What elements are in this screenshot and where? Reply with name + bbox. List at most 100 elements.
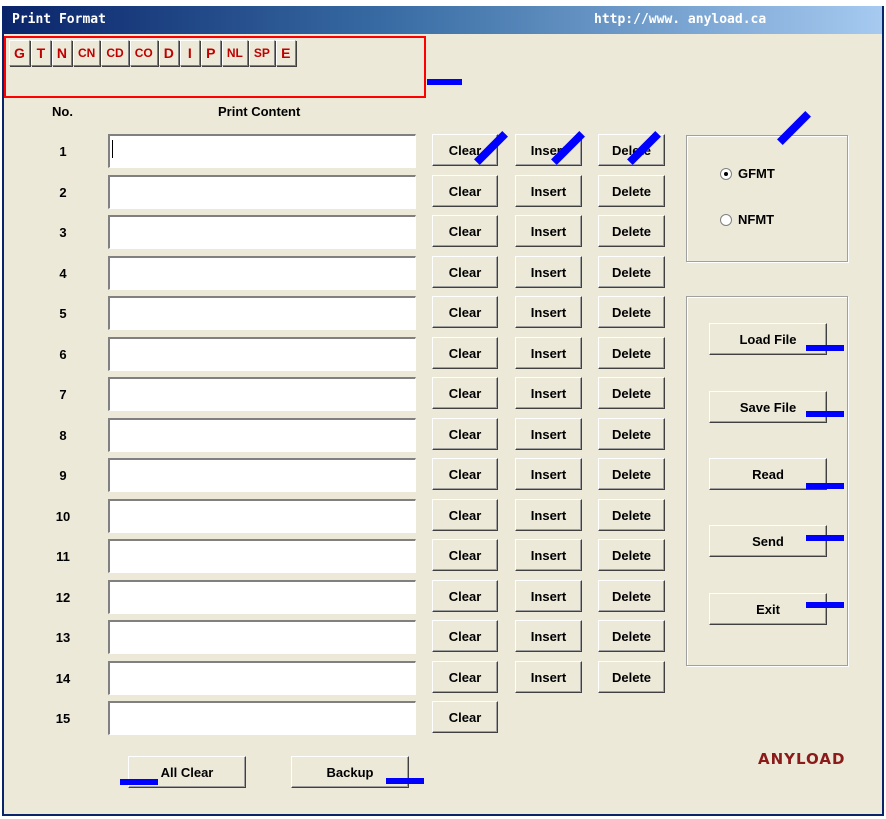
print-content-input[interactable] [108,256,416,290]
column-header-print-content: Print Content [218,104,301,119]
row-number: 6 [59,347,67,362]
delete-button[interactable]: Delete [598,458,665,490]
clear-button[interactable]: Clear [432,215,498,247]
insert-button[interactable]: Insert [515,337,582,369]
delete-button[interactable]: Delete [598,175,665,207]
exit-button[interactable]: Exit [709,593,827,625]
token-button-sp[interactable]: SP [248,40,275,66]
clear-button[interactable]: Clear [432,661,498,693]
delete-button[interactable]: Delete [598,620,665,652]
token-button-i[interactable]: I [179,40,200,66]
row-number: 14 [55,671,71,686]
print-content-input[interactable] [108,539,416,573]
row-number: 3 [59,225,67,240]
print-content-input[interactable] [108,296,416,330]
send-button[interactable]: Send [709,525,827,557]
insert-button[interactable]: Insert [515,458,582,490]
radio-selected-icon [720,167,732,180]
column-header-no: No. [52,104,73,119]
gfmt-radio[interactable]: GFMT [720,166,775,181]
token-button-cn[interactable]: CN [73,40,101,66]
clear-button[interactable]: Clear [432,175,498,207]
delete-button[interactable]: Delete [598,296,665,328]
row-number: 1 [59,144,67,159]
token-button-nl[interactable]: NL [221,40,248,66]
delete-button[interactable]: Delete [598,337,665,369]
window-title: Print Format [12,12,106,27]
print-content-input[interactable] [108,134,416,168]
token-button-e[interactable]: E [275,40,296,66]
delete-button[interactable]: Delete [598,215,665,247]
delete-button[interactable]: Delete [598,499,665,531]
delete-button[interactable]: Delete [598,661,665,693]
insert-button[interactable]: Insert [515,175,582,207]
annotation-mark [806,602,844,608]
delete-button[interactable]: Delete [598,418,665,450]
clear-button[interactable]: Clear [432,256,498,288]
token-button-p[interactable]: P [200,40,221,66]
delete-button[interactable]: Delete [598,256,665,288]
token-button-cd[interactable]: CD [101,40,129,66]
print-content-input[interactable] [108,337,416,371]
row-number: 11 [56,549,70,564]
insert-button[interactable]: Insert [515,539,582,571]
delete-button[interactable]: Delete [598,580,665,612]
clear-button[interactable]: Clear [432,377,498,409]
window-url: http://www. anyload.ca [594,12,767,27]
annotation-mark [806,483,844,489]
insert-button[interactable]: Insert [515,296,582,328]
row-number: 2 [59,185,67,200]
annotation-mark [806,345,844,351]
print-content-input[interactable] [108,620,416,654]
clear-button[interactable]: Clear [432,620,498,652]
print-content-input[interactable] [108,701,416,735]
delete-button[interactable]: Delete [598,539,665,571]
clear-button[interactable]: Clear [432,296,498,328]
clear-button[interactable]: Clear [432,499,498,531]
insert-button[interactable]: Insert [515,580,582,612]
row-number: 10 [55,509,71,524]
token-button-t[interactable]: T [30,40,51,66]
annotation-mark [120,779,158,785]
insert-button[interactable]: Insert [515,256,582,288]
insert-button[interactable]: Insert [515,661,582,693]
clear-button[interactable]: Clear [432,418,498,450]
print-content-input[interactable] [108,499,416,533]
insert-button[interactable]: Insert [515,499,582,531]
row-number: 15 [55,711,71,726]
row-number: 8 [59,428,67,443]
anyload-logo: ANYLOAD [758,750,846,768]
clear-button[interactable]: Clear [432,580,498,612]
delete-button[interactable]: Delete [598,377,665,409]
clear-button[interactable]: Clear [432,701,498,733]
annotation-mark [386,778,424,784]
token-button-co[interactable]: CO [129,40,158,66]
print-content-input[interactable] [108,661,416,695]
row-number: 4 [59,266,67,281]
nfmt-label: NFMT [738,212,775,227]
token-button-g[interactable]: G [9,40,30,66]
title-bar[interactable]: Print Format http://www. anyload.ca [4,6,882,34]
print-content-input[interactable] [108,215,416,249]
print-content-input[interactable] [108,580,416,614]
print-content-input[interactable] [108,175,416,209]
nfmt-radio[interactable]: NFMT [720,212,774,227]
clear-button[interactable]: Clear [432,458,498,490]
insert-button[interactable]: Insert [515,620,582,652]
save-file-button[interactable]: Save File [709,391,827,423]
clear-button[interactable]: Clear [432,539,498,571]
insert-button[interactable]: Insert [515,377,582,409]
row-number: 7 [59,387,67,402]
insert-button[interactable]: Insert [515,215,582,247]
row-number: 13 [55,630,71,645]
token-button-n[interactable]: N [51,40,73,66]
print-content-input[interactable] [108,458,416,492]
print-content-input[interactable] [108,377,416,411]
row-number: 9 [59,468,67,483]
print-content-input[interactable] [108,418,416,452]
annotation-mark [427,79,462,85]
clear-button[interactable]: Clear [432,337,498,369]
token-button-d[interactable]: D [158,40,179,66]
insert-button[interactable]: Insert [515,418,582,450]
format-group [686,135,848,262]
